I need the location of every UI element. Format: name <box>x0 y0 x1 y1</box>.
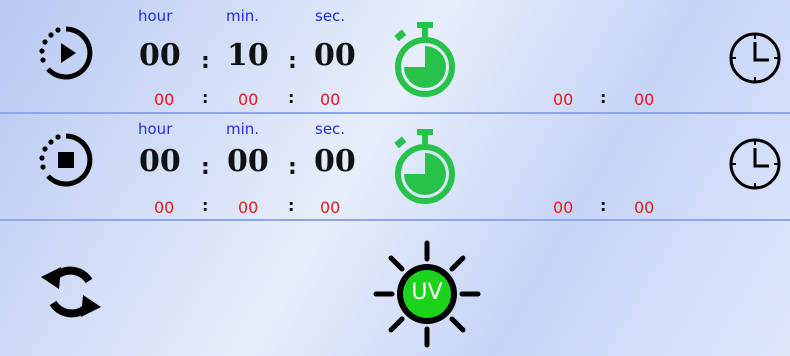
clock-hours: 00 <box>553 90 574 109</box>
set-separator: : <box>201 49 210 74</box>
clock-separator: : <box>600 88 607 107</box>
set-hours-value[interactable]: 00 <box>139 39 181 73</box>
stopwatch-icon[interactable] <box>389 20 459 102</box>
uv-lamp-button[interactable]: UV <box>372 239 482 349</box>
clock-separator: : <box>600 196 607 215</box>
clock-icon[interactable] <box>727 30 783 86</box>
second-label: sec. <box>315 7 346 25</box>
clock-hours: 00 <box>553 198 574 217</box>
elapsed-seconds: 00 <box>320 90 341 109</box>
elapsed-hours: 00 <box>154 198 175 217</box>
play-circle-icon[interactable] <box>37 24 95 82</box>
set-seconds-value[interactable]: 00 <box>314 145 356 179</box>
elapsed-separator: : <box>288 196 295 215</box>
elapsed-separator: : <box>202 88 209 107</box>
elapsed-separator: : <box>288 88 295 107</box>
set-seconds-value[interactable]: 00 <box>314 39 356 73</box>
minute-label: min. <box>226 7 260 25</box>
set-minutes-value[interactable]: 10 <box>227 39 269 73</box>
set-separator: : <box>288 155 297 180</box>
stopwatch-icon[interactable] <box>389 127 459 209</box>
set-separator: : <box>201 155 210 180</box>
stop-circle-icon[interactable] <box>37 131 95 189</box>
set-hours-value[interactable]: 00 <box>139 145 181 179</box>
hour-label: hour <box>138 7 173 25</box>
set-separator: : <box>288 49 297 74</box>
timer-screen: hour min. sec. 00 : 10 : 00 00 : 00 : 00… <box>0 0 790 356</box>
timer-row-1: hour min. sec. 00 : 10 : 00 00 : 00 : 00… <box>0 0 790 112</box>
clock-minutes: 00 <box>634 90 655 109</box>
clock-minutes: 00 <box>634 198 655 217</box>
control-row: UV <box>0 221 790 356</box>
elapsed-minutes: 00 <box>238 90 259 109</box>
elapsed-hours: 00 <box>154 90 175 109</box>
set-minutes-value[interactable]: 00 <box>227 145 269 179</box>
elapsed-minutes: 00 <box>238 198 259 217</box>
elapsed-seconds: 00 <box>320 198 341 217</box>
second-label: sec. <box>315 120 346 138</box>
minute-label: min. <box>226 120 260 138</box>
refresh-icon[interactable] <box>37 259 105 325</box>
clock-icon[interactable] <box>727 136 783 192</box>
timer-row-2: hour min. sec. 00 : 00 : 00 00 : 00 : 00… <box>0 114 790 219</box>
uv-label: UV <box>411 280 443 305</box>
hour-label: hour <box>138 120 173 138</box>
elapsed-separator: : <box>202 196 209 215</box>
